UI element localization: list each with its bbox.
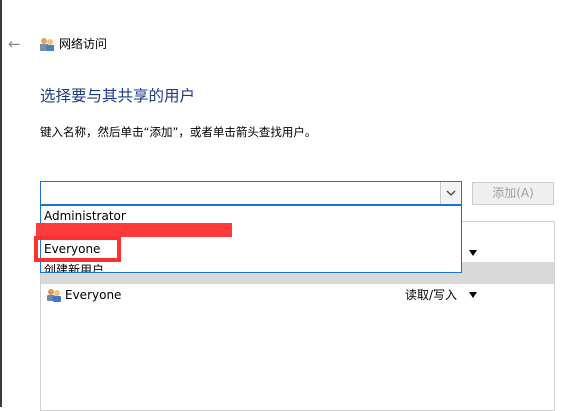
page-heading: 选择要与其共享的用户 <box>40 87 196 105</box>
highlight-box <box>34 236 121 262</box>
window-left-edge <box>0 0 2 407</box>
dropdown-option-administrator[interactable]: Administrator <box>44 208 126 224</box>
chevron-down-icon <box>446 190 456 196</box>
user-name-input[interactable] <box>42 183 446 203</box>
permission-dropdown-icon[interactable] <box>469 250 477 256</box>
users-group-icon <box>46 287 62 307</box>
user-name-cell: Everyone <box>65 288 122 302</box>
permission-dropdown-icon[interactable] <box>469 292 477 298</box>
network-users-icon <box>39 36 55 52</box>
permission-cell[interactable]: 读取/写入 <box>405 287 457 303</box>
instruction-text: 键入名称，然后单击“添加”，或者单击箭头查找用户。 <box>40 125 317 139</box>
combo-dropdown-button[interactable] <box>440 182 461 204</box>
user-name-combobox[interactable] <box>40 181 462 205</box>
dropdown-option-create-new-user[interactable]: 创建新用户... <box>44 262 115 272</box>
back-arrow-icon[interactable]: ← <box>8 34 26 54</box>
window-title: 网络访问 <box>59 37 108 51</box>
redaction-bar <box>36 223 232 237</box>
add-button[interactable]: 添加(A) <box>472 182 554 205</box>
table-row[interactable]: Everyone 读取/写入 <box>41 284 554 306</box>
